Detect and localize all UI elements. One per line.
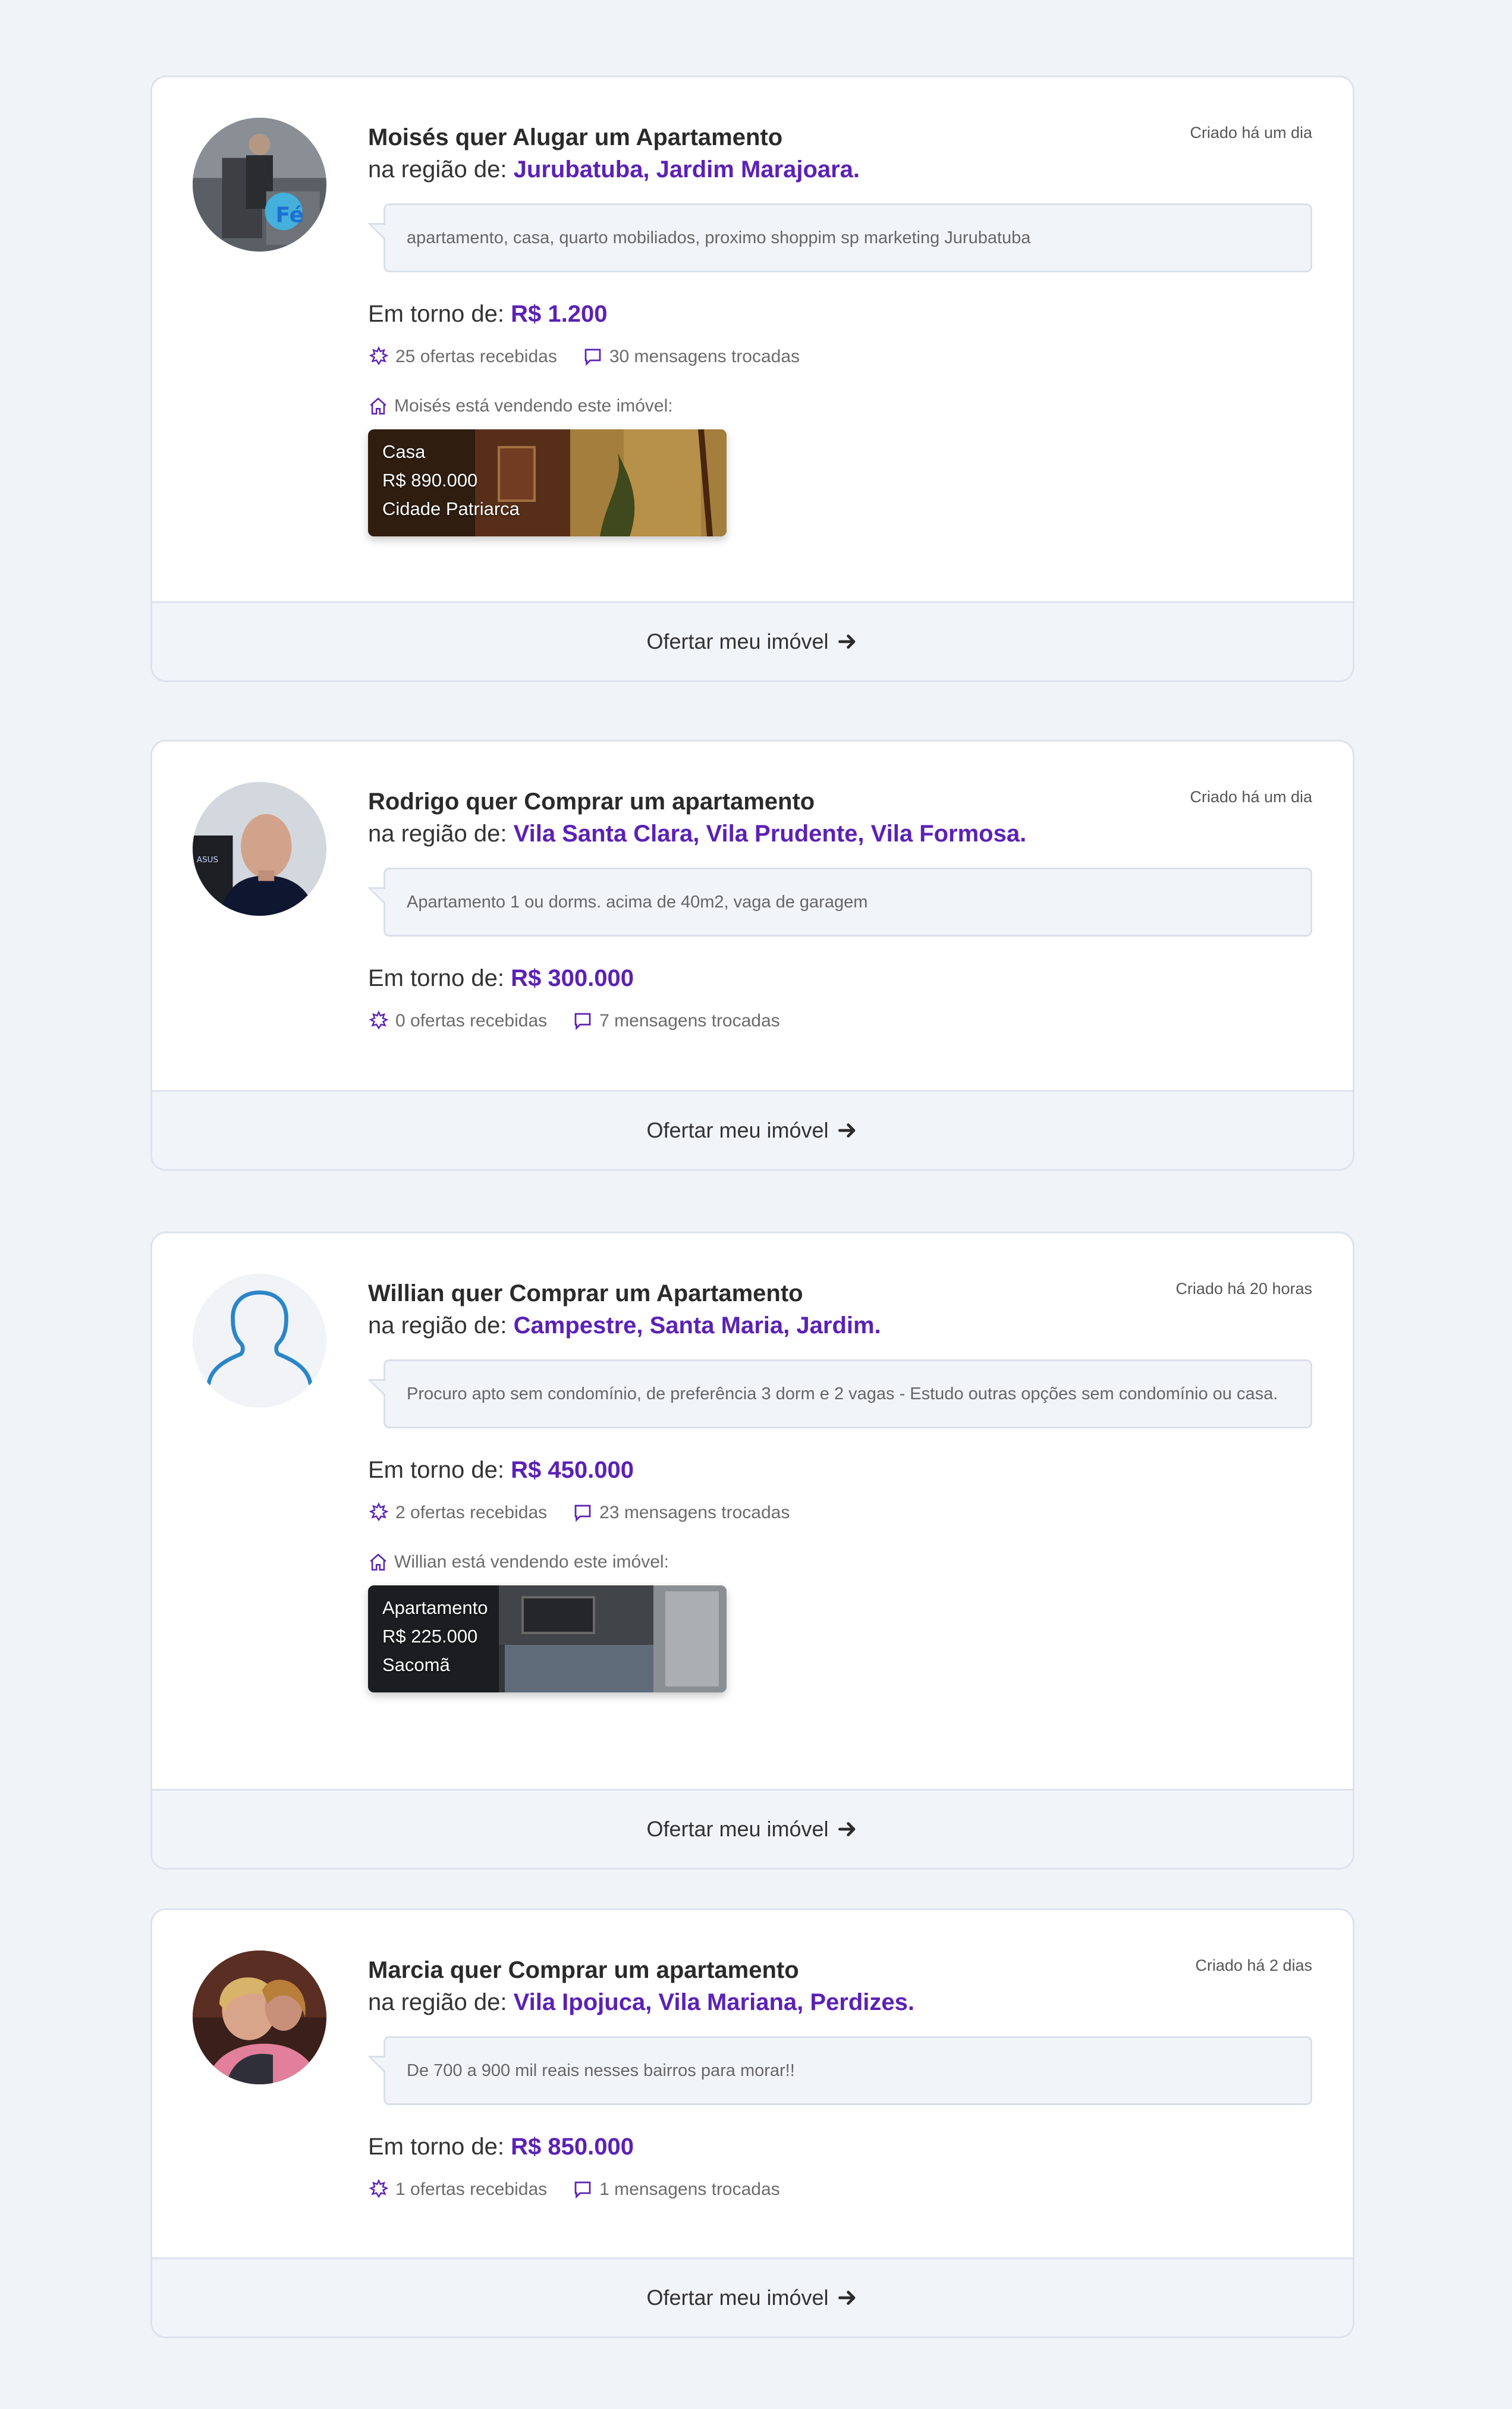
chat-bubble-icon bbox=[572, 1010, 593, 1032]
price-line: Em torno de: R$ 850.000 bbox=[368, 2131, 1312, 2162]
price-prefix: Em torno de: bbox=[368, 301, 505, 327]
demand-title[interactable]: Willian quer Comprar um Apartamento bbox=[368, 1279, 1312, 1308]
region-places: Vila Ipojuca, Vila Mariana, Perdizes. bbox=[513, 1989, 915, 2015]
demand-card: Criado há 2 dias Marcia quer Comprar um … bbox=[150, 1908, 1354, 2338]
description-bubble: De 700 a 900 mil reais nesses bairros pa… bbox=[367, 2036, 1312, 2105]
stats-row: 1 ofertas recebidas 1 mensagens trocadas bbox=[368, 2178, 1312, 2201]
user-silhouette-icon bbox=[193, 1274, 326, 1408]
offers-count: 2 ofertas recebidas bbox=[395, 1503, 548, 1522]
region-line: na região de: Vila Ipojuca, Vila Mariana… bbox=[368, 1985, 1312, 2019]
sparkle-icon bbox=[368, 1010, 389, 1032]
offer-button-label: Ofertar meu imóvel bbox=[646, 1817, 829, 1841]
region-line: na região de: Jurubatuba, Jardim Marajoa… bbox=[368, 152, 1312, 187]
user-avatar[interactable] bbox=[193, 1951, 326, 2084]
svg-text:Fé: Fé bbox=[276, 203, 304, 228]
offer-button[interactable]: Ofertar meu imóvel bbox=[152, 1090, 1353, 1169]
listing-info: Apartamento R$ 225.000 Sacomã bbox=[382, 1594, 488, 1679]
arrow-right-icon bbox=[838, 1123, 856, 1138]
arrow-right-icon bbox=[838, 635, 856, 649]
arrow-right-icon bbox=[838, 2291, 856, 2305]
region-line: na região de: Campestre, Santa Maria, Ja… bbox=[368, 1308, 1312, 1343]
house-icon bbox=[368, 396, 388, 416]
chat-bubble-icon bbox=[582, 346, 603, 368]
messages-count: 7 mensagens trocadas bbox=[599, 1011, 780, 1031]
selling-label: Willian está vendendo este imóvel: bbox=[368, 1552, 1312, 1572]
listing-type: Apartamento bbox=[382, 1597, 488, 1618]
price-amount: R$ 1.200 bbox=[511, 301, 608, 327]
description-bubble: apartamento, casa, quarto mobiliados, pr… bbox=[367, 203, 1312, 272]
chat-bubble-icon bbox=[572, 2179, 593, 2200]
default-avatar[interactable] bbox=[193, 1274, 326, 1408]
messages-count: 1 mensagens trocadas bbox=[599, 2179, 780, 2199]
offers-count: 1 ofertas recebidas bbox=[395, 2179, 548, 2199]
arrow-right-icon bbox=[838, 1822, 856, 1836]
offer-button[interactable]: Ofertar meu imóvel bbox=[152, 601, 1353, 680]
stats-row: 25 ofertas recebidas 30 mensagens trocad… bbox=[368, 345, 1312, 369]
selling-text: Moisés está vendendo este imóvel: bbox=[394, 396, 673, 416]
listing-thumbnail[interactable]: Apartamento R$ 225.000 Sacomã bbox=[368, 1585, 727, 1692]
stats-row: 0 ofertas recebidas 7 mensagens trocadas bbox=[368, 1009, 1312, 1033]
user-avatar[interactable]: Fé bbox=[193, 118, 326, 252]
description-bubble: Apartamento 1 ou dorms. acima de 40m2, v… bbox=[367, 868, 1312, 937]
listing-thumbnail[interactable]: Casa R$ 890.000 Cidade Patriarca bbox=[368, 429, 727, 536]
region-places: Campestre, Santa Maria, Jardim. bbox=[513, 1312, 881, 1339]
offers-count: 25 ofertas recebidas bbox=[395, 347, 557, 366]
demand-title[interactable]: Moisés quer Alugar um Apartamento bbox=[368, 123, 1312, 152]
listing-price: R$ 225.000 bbox=[382, 1626, 478, 1647]
offer-button-label: Ofertar meu imóvel bbox=[646, 2285, 829, 2310]
price-prefix: Em torno de: bbox=[368, 965, 505, 991]
offer-button[interactable]: Ofertar meu imóvel bbox=[152, 2257, 1353, 2336]
region-prefix: na região de: bbox=[368, 1312, 507, 1339]
offers-count: 0 ofertas recebidas bbox=[395, 1011, 548, 1031]
selling-label: Moisés está vendendo este imóvel: bbox=[368, 396, 1312, 416]
region-line: na região de: Vila Santa Clara, Vila Pru… bbox=[368, 816, 1312, 851]
price-prefix: Em torno de: bbox=[368, 2134, 505, 2160]
demand-card: Criado há 20 horas Willian quer Comprar … bbox=[150, 1232, 1354, 1870]
region-places: Jurubatuba, Jardim Marajoara. bbox=[513, 156, 860, 183]
sparkle-icon bbox=[368, 1502, 389, 1524]
demand-card: ASUS Criado há um dia Rodrigo quer Compr… bbox=[150, 740, 1354, 1171]
listing-type: Casa bbox=[382, 441, 426, 462]
price-line: Em torno de: R$ 300.000 bbox=[368, 963, 1312, 994]
listing-price: R$ 890.000 bbox=[382, 470, 478, 491]
offer-button[interactable]: Ofertar meu imóvel bbox=[152, 1789, 1353, 1868]
demand-feed: Fé Criado há um dia Moisés quer Alugar u… bbox=[0, 0, 1512, 2409]
listing-location: Sacomã bbox=[382, 1654, 450, 1675]
demand-card: Fé Criado há um dia Moisés quer Alugar u… bbox=[150, 76, 1354, 682]
price-amount: R$ 850.000 bbox=[511, 2134, 634, 2160]
demand-title[interactable]: Marcia quer Comprar um apartamento bbox=[368, 1955, 1312, 1985]
region-prefix: na região de: bbox=[368, 1989, 507, 2015]
region-places: Vila Santa Clara, Vila Prudente, Vila Fo… bbox=[513, 821, 1027, 847]
price-amount: R$ 450.000 bbox=[511, 1457, 634, 1483]
price-amount: R$ 300.000 bbox=[511, 965, 634, 991]
stats-row: 2 ofertas recebidas 23 mensagens trocada… bbox=[368, 1501, 1312, 1525]
listing-info: Casa R$ 890.000 Cidade Patriarca bbox=[382, 438, 520, 523]
price-line: Em torno de: R$ 450.000 bbox=[368, 1455, 1312, 1485]
price-prefix: Em torno de: bbox=[368, 1457, 505, 1483]
region-prefix: na região de: bbox=[368, 156, 507, 183]
listing-location: Cidade Patriarca bbox=[382, 498, 520, 519]
svg-text:ASUS: ASUS bbox=[197, 855, 218, 865]
user-avatar[interactable]: ASUS bbox=[193, 782, 326, 916]
description-bubble: Procuro apto sem condomínio, de preferên… bbox=[367, 1359, 1312, 1428]
house-icon bbox=[368, 1552, 388, 1572]
offer-button-label: Ofertar meu imóvel bbox=[646, 1118, 829, 1142]
messages-count: 23 mensagens trocadas bbox=[599, 1503, 790, 1522]
demand-title[interactable]: Rodrigo quer Comprar um apartamento bbox=[368, 787, 1312, 816]
selling-text: Willian está vendendo este imóvel: bbox=[394, 1552, 669, 1572]
offer-button-label: Ofertar meu imóvel bbox=[646, 629, 829, 654]
region-prefix: na região de: bbox=[368, 821, 507, 847]
sparkle-icon bbox=[368, 2179, 389, 2200]
messages-count: 30 mensagens trocadas bbox=[609, 347, 800, 366]
sparkle-icon bbox=[368, 346, 389, 368]
chat-bubble-icon bbox=[572, 1502, 593, 1524]
price-line: Em torno de: R$ 1.200 bbox=[368, 299, 1312, 329]
